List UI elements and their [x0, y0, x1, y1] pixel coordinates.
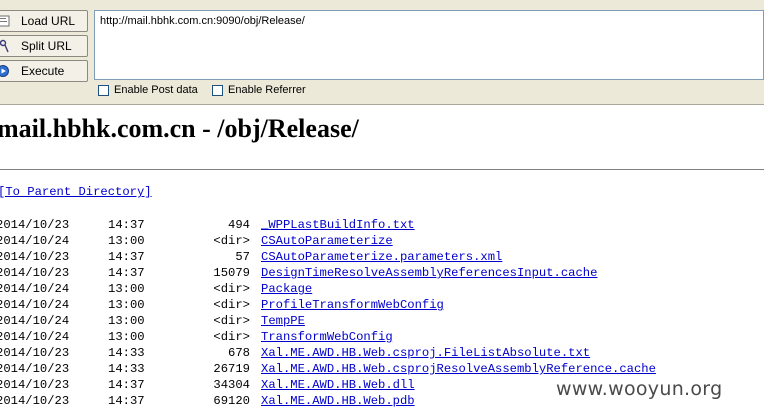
execute-button[interactable]: Execute — [0, 60, 88, 82]
entry-size: <dir> — [213, 298, 250, 312]
entry-date: 2014/10/23 — [0, 218, 70, 232]
entry-time: 14:37 — [108, 394, 145, 408]
enable-referrer-checkbox-box[interactable] — [212, 84, 223, 96]
enable-referrer-label: Enable Referrer — [228, 84, 306, 96]
entry-time: 14:33 — [108, 346, 145, 360]
entry-link[interactable]: Xal.ME.AWD.HB.Web.dll — [261, 377, 415, 393]
entry-time: 14:33 — [108, 362, 145, 376]
entry-link[interactable]: Xal.ME.AWD.HB.Web.pdb — [261, 393, 415, 409]
entry-size: 26719 — [213, 362, 250, 376]
parent-directory-link[interactable]: [To Parent Directory] — [0, 185, 152, 199]
entry-time: 14:37 — [108, 266, 145, 280]
enable-post-label: Enable Post data — [114, 84, 198, 96]
execute-label: Execute — [21, 64, 65, 78]
url-textarea[interactable]: http://mail.hbhk.com.cn:9090/obj/Release… — [94, 10, 764, 80]
split-url-icon — [0, 39, 11, 53]
entry-date: 2014/10/24 — [0, 282, 70, 296]
entry-time: 14:37 — [108, 250, 145, 264]
entry-time: 14:37 — [108, 218, 145, 232]
entry-size: <dir> — [213, 314, 250, 328]
entry-size: 57 — [235, 250, 250, 264]
entry-link[interactable]: _WPPLastBuildInfo.txt — [261, 217, 415, 233]
entry-size: 15079 — [213, 266, 250, 280]
entry-link[interactable]: TempPE — [261, 313, 305, 329]
enable-referrer-checkbox[interactable]: Enable Referrer — [212, 84, 306, 96]
entry-link[interactable]: CSAutoParameterize.parameters.xml — [261, 249, 502, 265]
entry-date: 2014/10/23 — [0, 266, 70, 280]
entry-link[interactable]: CSAutoParameterize — [261, 233, 393, 249]
load-url-icon — [0, 14, 11, 28]
entry-date: 2014/10/24 — [0, 298, 70, 312]
entry-link[interactable]: TransformWebConfig — [261, 329, 393, 345]
entry-date: 2014/10/23 — [0, 394, 70, 408]
entry-link[interactable]: Xal.ME.AWD.HB.Web.csprojResolveAssemblyR… — [261, 361, 656, 377]
entry-date: 2014/10/24 — [0, 234, 70, 248]
entry-date: 2014/10/24 — [0, 314, 70, 328]
entry-link[interactable]: Package — [261, 281, 312, 297]
entry-time: 13:00 — [108, 234, 145, 248]
entry-time: 13:00 — [108, 330, 145, 344]
enable-post-checkbox-box[interactable] — [98, 84, 109, 96]
entry-time: 13:00 — [108, 314, 145, 328]
execute-icon — [0, 64, 11, 78]
page-title: mail.hbhk.com.cn - /obj/Release/ — [0, 114, 359, 143]
entry-link[interactable]: ProfileTransformWebConfig — [261, 297, 444, 313]
split-url-label: Split URL — [21, 39, 72, 53]
entry-date: 2014/10/24 — [0, 330, 70, 344]
entry-time: 13:00 — [108, 298, 145, 312]
entry-time: 13:00 — [108, 282, 145, 296]
entry-date: 2014/10/23 — [0, 362, 70, 376]
entry-size: 69120 — [213, 394, 250, 408]
entry-link[interactable]: DesignTimeResolveAssemblyReferencesInput… — [261, 265, 597, 281]
split-url-button[interactable]: Split URL — [0, 35, 88, 57]
entry-size: 34304 — [213, 378, 250, 392]
entry-time: 14:37 — [108, 378, 145, 392]
entry-link[interactable]: Xal.ME.AWD.HB.Web.csproj.FileListAbsolut… — [261, 345, 590, 361]
enable-post-checkbox[interactable]: Enable Post data — [98, 84, 198, 96]
load-url-label: Load URL — [21, 14, 76, 28]
divider — [0, 169, 764, 170]
entry-size: 494 — [228, 218, 250, 232]
entry-size: 678 — [228, 346, 250, 360]
entry-date: 2014/10/23 — [0, 250, 70, 264]
load-url-button[interactable]: Load URL — [0, 10, 88, 32]
entry-size: <dir> — [213, 234, 250, 248]
entry-size: <dir> — [213, 282, 250, 296]
hackbar-toolbar: Load URL Split URL Execute http://mail.h… — [0, 0, 764, 105]
entry-date: 2014/10/23 — [0, 346, 70, 360]
entry-date: 2014/10/23 — [0, 378, 70, 392]
entry-size: <dir> — [213, 330, 250, 344]
watermark: www.wooyun.org — [556, 378, 723, 400]
